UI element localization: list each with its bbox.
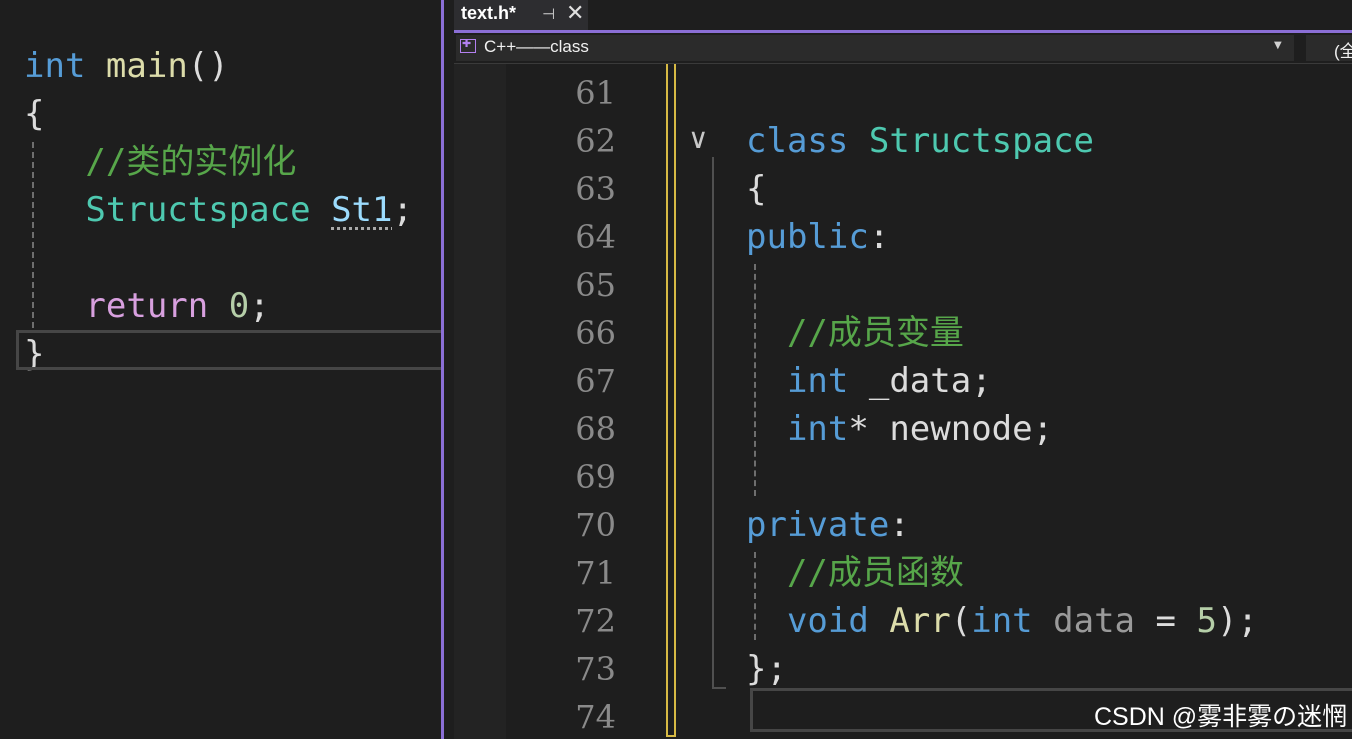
code-line[interactable]: //类的实例化 <box>24 138 296 186</box>
left-editor-pane[interactable]: int main(){ //类的实例化 Structspace St1; ret… <box>0 0 442 739</box>
code-token: int <box>24 46 86 86</box>
scope-dropdown[interactable]: C++——class ▼ <box>456 35 1294 61</box>
collapse-chevron-icon[interactable]: ∨ <box>688 122 709 155</box>
code-token: Structspace <box>85 190 311 230</box>
code-line[interactable]: //成员变量 <box>746 309 964 357</box>
scope-label: C++——class <box>484 37 589 56</box>
watermark: CSDN @雾非雾の迷惘 <box>1094 703 1348 731</box>
change-tracking-bar <box>666 64 676 737</box>
code-token: ; <box>392 190 413 230</box>
class-icon <box>460 37 476 53</box>
code-token: 0 <box>228 286 250 326</box>
close-icon[interactable]: ✕ <box>566 1 584 26</box>
code-token: ( <box>950 601 972 641</box>
navigation-bar: C++——class ▼ (全局 <box>454 33 1352 86</box>
code-token: public <box>746 217 869 257</box>
outline-fold-line <box>712 157 726 689</box>
code-token: class <box>746 121 849 161</box>
right-editor-pane[interactable]: text.h* ⊣ ✕ C++——class ▼ (全局 61 62 class S… <box>444 0 1352 739</box>
code-token: 5 <box>1196 601 1217 641</box>
code-editor[interactable]: 61 62 class Structspace 63 {64 public: 65 66 //… <box>454 64 1352 739</box>
code-line[interactable]: return 0; <box>24 282 270 330</box>
code-token: () <box>187 46 229 86</box>
code-token: Structspace <box>868 121 1095 161</box>
code-token: //成员函数 <box>786 553 964 593</box>
code-token: = <box>1135 601 1197 641</box>
code-token: int <box>786 409 849 449</box>
code-line[interactable]: int* newnode; <box>746 405 1053 453</box>
code-token: { <box>24 94 45 134</box>
line-number: 66 <box>575 314 616 352</box>
code-token: Arr <box>889 601 951 641</box>
line-number: 67 <box>575 362 616 400</box>
code-line[interactable]: class Structspace <box>746 117 1094 165</box>
code-line[interactable]: { <box>24 90 44 138</box>
code-token: * newnode; <box>848 409 1054 449</box>
line-number: 62 <box>575 122 616 160</box>
tab-title[interactable]: text.h* <box>461 3 516 24</box>
code-token: St1 <box>331 190 393 230</box>
code-line[interactable]: void Arr(int data = 5); <box>746 597 1258 645</box>
current-line-highlight <box>16 330 442 370</box>
line-number: 61 <box>575 74 616 112</box>
chevron-down-icon[interactable]: ▼ <box>1274 40 1282 51</box>
pin-icon[interactable]: ⊣ <box>542 5 555 23</box>
code-token: _data; <box>848 361 992 401</box>
line-number: 69 <box>575 458 616 496</box>
code-token: //成员变量 <box>786 313 964 353</box>
tab-bar: text.h* ⊣ ✕ <box>444 0 1352 30</box>
code-token: private <box>746 505 890 545</box>
line-number: 65 <box>575 266 616 304</box>
code-line[interactable]: int main() <box>24 42 229 90</box>
tab-text-h[interactable]: text.h* ⊣ ✕ <box>454 0 588 30</box>
code-line[interactable]: public: <box>746 213 889 261</box>
code-line[interactable]: private: <box>746 501 910 549</box>
code-token: ); <box>1216 601 1258 641</box>
indent-guide <box>754 264 756 496</box>
indent-guide <box>754 552 756 640</box>
line-number: 63 <box>575 170 616 208</box>
code-line[interactable]: { <box>746 165 766 213</box>
code-token: : <box>889 505 910 545</box>
code-token: : <box>868 217 890 257</box>
code-line[interactable]: int _data; <box>746 357 992 405</box>
line-number: 71 <box>575 554 616 592</box>
code-token: int <box>786 361 849 401</box>
code-token: return <box>85 286 209 326</box>
code-line[interactable]: }; <box>746 645 787 693</box>
indicator-margin <box>454 64 506 739</box>
line-number: 72 <box>575 602 616 640</box>
code-token: data <box>1053 601 1136 641</box>
indent-guide <box>32 142 34 328</box>
code-token: int <box>971 601 1033 641</box>
code-token: void <box>786 601 869 641</box>
line-number: 64 <box>575 218 616 256</box>
code-token: { <box>746 169 767 209</box>
code-line[interactable]: //成员函数 <box>746 549 964 597</box>
line-number: 74 <box>575 698 616 736</box>
code-token: //类的实例化 <box>85 142 297 182</box>
code-token: main <box>105 46 188 86</box>
member-dropdown[interactable]: (全局 <box>1306 35 1352 86</box>
code-line[interactable]: Structspace St1; <box>24 186 413 234</box>
line-number: 73 <box>575 650 616 688</box>
code-token: ; <box>249 286 270 326</box>
line-number: 70 <box>575 506 616 544</box>
code-token: }; <box>746 649 787 689</box>
line-number: 68 <box>575 410 616 448</box>
